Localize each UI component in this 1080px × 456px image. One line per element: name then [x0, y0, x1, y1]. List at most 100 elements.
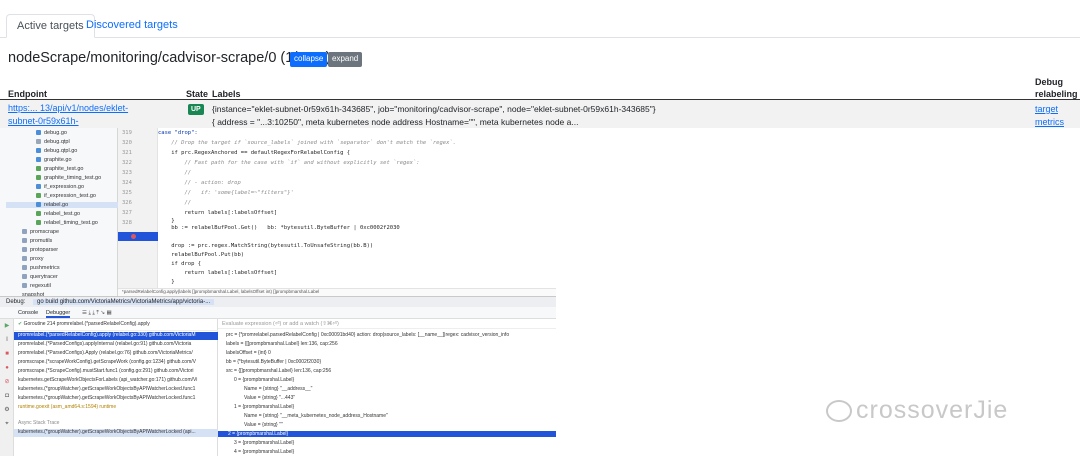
view-breakpoints-icon[interactable]: ●: [3, 365, 11, 371]
expand-button[interactable]: expand: [328, 52, 363, 67]
stack-frame[interactable]: promrelabel.(*ParsedConfigs).applyIntern…: [14, 341, 218, 349]
stop-icon[interactable]: ■: [3, 351, 11, 357]
column-header-debug: Debug: [1035, 77, 1063, 87]
code-breadcrumb[interactable]: *parsedRelabelConfig.apply(labels []prom…: [118, 288, 556, 296]
code-line-current: bb.B = concatLabelValues(bb.B[:0], src, …: [158, 233, 546, 239]
stack-frame[interactable]: kubernetes.(*groupWatcher).getScrapeWork…: [14, 386, 218, 394]
tab-discovered-targets[interactable]: Discovered targets: [76, 14, 188, 38]
variable-row[interactable]: prc = {*promrelabel.parsedRelabelConfig …: [226, 332, 509, 338]
tree-folder[interactable]: pushmetrics: [22, 265, 60, 271]
debug-metrics-link[interactable]: metrics: [1035, 117, 1064, 127]
column-header-endpoint: Endpoint: [8, 89, 47, 99]
code-line: }: [158, 218, 175, 224]
tree-folder[interactable]: proxy: [22, 256, 43, 262]
variable-row[interactable]: 1 = {prompbmarshal.Label}: [234, 404, 294, 410]
variable-row[interactable]: Value = {string} "...443": [244, 395, 295, 401]
tree-file-selected[interactable]: relabel.go: [6, 202, 118, 208]
tab-console[interactable]: Console: [18, 310, 38, 316]
stack-frame[interactable]: promrelabel.(*ParsedConfigs).Apply (rela…: [14, 350, 218, 358]
tab-debugger[interactable]: Debugger: [46, 310, 71, 318]
tree-file[interactable]: if_expression_test.go: [36, 193, 96, 199]
go-test-file-icon: [36, 193, 41, 199]
mute-breakpoints-icon[interactable]: ⊘: [3, 379, 11, 385]
folder-icon: [22, 247, 27, 253]
pin-icon[interactable]: ⌖: [3, 421, 11, 427]
folder-icon: [22, 274, 27, 280]
pause-icon[interactable]: ‖: [3, 337, 11, 343]
evaluate-expression-input[interactable]: Evaluate expression (⏎) or add a watch (…: [218, 319, 556, 329]
check-icon: ✔: [18, 321, 23, 327]
go-test-file-icon: [36, 220, 41, 226]
variable-row[interactable]: labels = {[]prompbmarshal.Label} len:136…: [226, 341, 338, 347]
variable-row[interactable]: 0 = {prompbmarshal.Label}: [234, 377, 294, 383]
settings-icon[interactable]: ⚙: [3, 407, 11, 413]
stack-frame[interactable]: kubernetes.(*groupWatcher).getScrapeWork…: [14, 395, 218, 403]
variable-row[interactable]: bb = {*bytesutil.ByteBuffer | 0xc0002f20…: [226, 359, 321, 365]
folder-icon: [22, 238, 27, 244]
camera-icon[interactable]: ◘: [3, 393, 11, 399]
tree-file[interactable]: debug.qtpl: [36, 139, 70, 145]
tree-folder[interactable]: promutils: [22, 238, 52, 244]
folder-icon: [22, 256, 27, 262]
tree-folder[interactable]: regexutil: [22, 283, 51, 289]
debugger-tabs: Console Debugger ☰ ⤓ ⤓ ⤒ ↘ ▦: [0, 307, 556, 319]
target-labels: {instance="eklet-subnet-0r59x61h-343685"…: [212, 104, 656, 114]
code-editor[interactable]: case "drop": // Drop the target if `sour…: [158, 128, 556, 296]
line-number: 320: [122, 140, 132, 146]
stack-frame[interactable]: runtime.goexit (asm_amd64.s:1594) runtim…: [14, 404, 218, 412]
discovered-labels: { address = "...3:10250", meta kubernete…: [212, 117, 579, 127]
project-tree: debug.go debug.qtpl debug.qtpl.go graphi…: [0, 128, 118, 296]
variable-row[interactable]: Name = {string} "__address__": [244, 386, 312, 392]
debug-target-link[interactable]: target: [1035, 104, 1058, 114]
stack-frame-selected[interactable]: promrelabel.(*parsedRelabelConfig).apply…: [14, 332, 218, 340]
tree-file[interactable]: debug.go: [36, 130, 67, 136]
stack-frame[interactable]: promscrape.(*scrapeWorkConfig).getScrape…: [14, 359, 218, 367]
column-header-relabeling: relabeling: [1035, 89, 1078, 99]
resume-icon[interactable]: ▶: [3, 323, 11, 329]
tree-folder[interactable]: protoparser: [22, 247, 58, 253]
variable-row[interactable]: Value = {string} "": [244, 422, 283, 428]
code-line: }: [158, 279, 175, 285]
watermark: crossoverJie: [856, 396, 1009, 424]
tree-file[interactable]: graphite.go: [36, 157, 72, 163]
go-test-file-icon: [36, 166, 41, 172]
debugger-toolbar-icons[interactable]: ☰ ⤓ ⤓ ⤒ ↘ ▦: [82, 310, 112, 317]
tree-file[interactable]: if_expression.go: [36, 184, 84, 190]
line-number: 324: [122, 180, 132, 186]
frames-panel: ✔ Goroutine 214 promrelabel.(*parsedRela…: [14, 319, 218, 456]
variable-row[interactable]: Name = {string} "__meta_kubernetes_node_…: [244, 413, 388, 419]
variable-row[interactable]: 3 = {prompbmarshal.Label}: [234, 440, 294, 446]
tree-file[interactable]: debug.qtpl.go: [36, 148, 77, 154]
stack-frame[interactable]: promscrape.(*ScrapeConfig).mustStart.fun…: [14, 368, 218, 376]
run-config-tab[interactable]: go build github.com/VictoriaMetrics/Vict…: [33, 299, 215, 305]
tree-file[interactable]: graphite_timing_test.go: [36, 175, 101, 181]
line-number: 319: [122, 130, 132, 136]
line-number: 321: [122, 150, 132, 156]
line-number-gutter: 319 320 321 322 323 324 325 326 327 328: [118, 128, 158, 296]
go-file-icon: [36, 202, 41, 208]
goroutine-select[interactable]: ✔ Goroutine 214 promrelabel.(*parsedRela…: [14, 321, 218, 331]
collapse-button[interactable]: collapse: [290, 52, 328, 67]
stack-frame-async[interactable]: kubernetes.(*groupWatcher).getScrapeWork…: [14, 429, 218, 437]
tree-file[interactable]: relabel_timing_test.go: [36, 220, 98, 226]
code-line: if drop {: [158, 261, 202, 267]
variable-row[interactable]: 4 = {prompbmarshal.Label}: [234, 449, 294, 455]
tree-file[interactable]: relabel_test.go: [36, 211, 80, 217]
breakpoint-icon[interactable]: [131, 234, 136, 239]
variable-row-selected[interactable]: 2 = {prompbmarshal.Label}: [218, 431, 556, 437]
debugger-side-toolbar: ▶ ‖ ■ ● ⊘ ◘ ⚙ ⌖: [0, 319, 14, 456]
variable-row[interactable]: labelsOffset = {int} 0: [226, 350, 271, 356]
variable-row[interactable]: src = {[]prompbmarshal.Label} len:136, c…: [226, 368, 331, 374]
tree-folder[interactable]: promscrape: [22, 229, 59, 235]
column-header-labels: Labels: [212, 89, 241, 99]
code-line: // - action: drop: [158, 180, 241, 186]
line-number: 322: [122, 160, 132, 166]
code-line: return labels[:labelsOffset]: [158, 270, 278, 276]
tree-folder[interactable]: querytracer: [22, 274, 58, 280]
stack-frame[interactable]: kubernetes.getScrapeWorkObjectsForLabels…: [14, 377, 218, 385]
tree-file[interactable]: graphite_test.go: [36, 166, 83, 172]
folder-icon: [22, 265, 27, 271]
folder-icon: [22, 283, 27, 289]
endpoint-link[interactable]: https:... 13/api/v1/nodes/eklet-: [8, 103, 128, 113]
endpoint-link-cont[interactable]: subnet-0r59x61h-: [8, 116, 79, 126]
